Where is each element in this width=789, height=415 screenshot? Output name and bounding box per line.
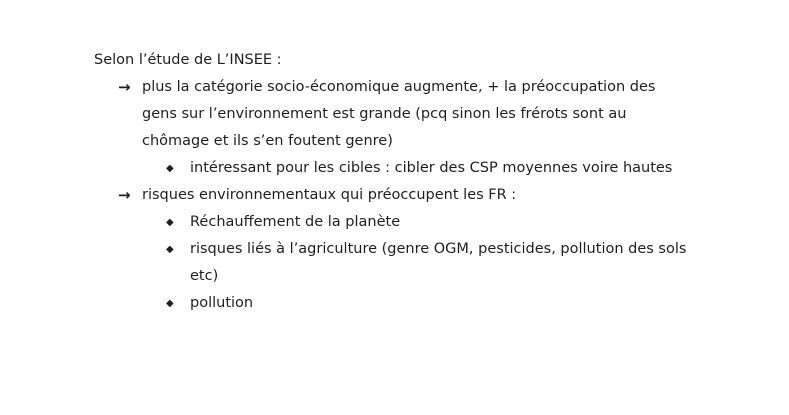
list-item-text: risques environnementaux qui préoccupent… (142, 187, 517, 203)
diamond-icon: ◆ (166, 298, 174, 309)
sub-item-text: pollution (190, 295, 254, 311)
main-list: → plus la catégorie socio-économique aug… (94, 74, 734, 317)
diamond-icon: ◆ (166, 244, 174, 255)
arrow-icon: → (118, 78, 131, 96)
document-body: Selon l’étude de L’INSEE : → plus la cat… (94, 47, 734, 317)
list-item-socio-economic: → plus la catégorie socio-économique aug… (94, 74, 734, 182)
sub-item-text: risques liés à l’agriculture (genre OGM,… (190, 241, 687, 284)
arrow-icon: → (118, 186, 131, 204)
sub-item: ◆ intéressant pour les cibles : cibler d… (142, 155, 734, 182)
sub-item-text: Réchauffement de la planète (190, 214, 401, 230)
sub-item: ◆ risques liés à l’agriculture (genre OG… (142, 236, 734, 290)
diamond-icon: ◆ (166, 217, 174, 228)
sub-list: ◆ intéressant pour les cibles : cibler d… (142, 155, 734, 182)
list-item-text: plus la catégorie socio-économique augme… (142, 79, 656, 149)
sub-item-text: intéressant pour les cibles : cibler des… (190, 160, 673, 176)
sub-item: ◆ Réchauffement de la planète (142, 209, 734, 236)
sub-list: ◆ Réchauffement de la planète ◆ risques … (142, 209, 734, 317)
intro-line: Selon l’étude de L’INSEE : (94, 52, 282, 68)
list-item-environmental-risks: → risques environnementaux qui préoccupe… (94, 182, 734, 317)
diamond-icon: ◆ (166, 163, 174, 174)
sub-item: ◆ pollution (142, 290, 734, 317)
